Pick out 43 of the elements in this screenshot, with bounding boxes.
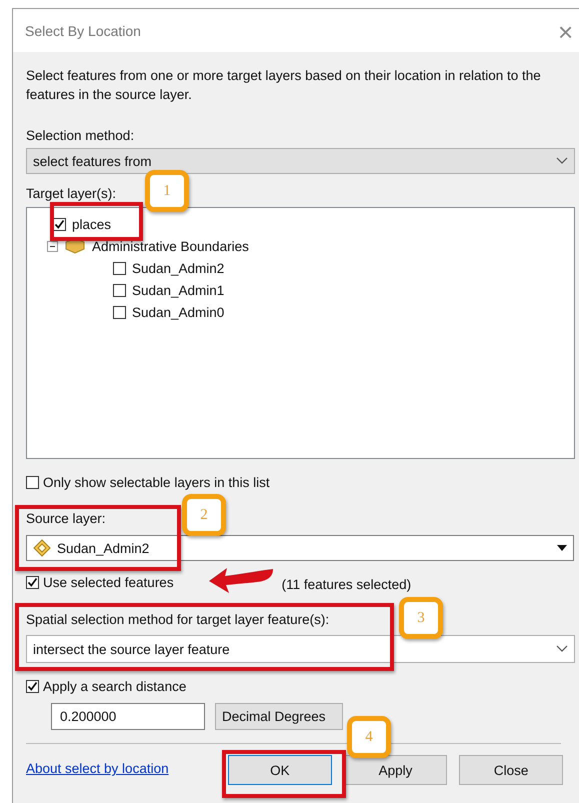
step-callout: 1 bbox=[145, 170, 189, 212]
checkbox[interactable] bbox=[113, 284, 126, 296]
distance-input[interactable]: 0.200000 bbox=[51, 703, 205, 730]
step-callout: 3 bbox=[399, 597, 443, 639]
checkbox[interactable] bbox=[113, 262, 126, 274]
chevron-down-icon bbox=[556, 157, 568, 165]
spatial-method-dropdown[interactable]: intersect the source layer feature bbox=[26, 635, 575, 663]
help-link[interactable]: About select by location bbox=[26, 761, 228, 776]
selection-method-dropdown[interactable]: select features from bbox=[26, 148, 575, 174]
checkbox[interactable] bbox=[53, 218, 66, 230]
dialog-button[interactable]: OK bbox=[228, 755, 332, 785]
target-layers-label: Target layer(s): bbox=[26, 186, 116, 201]
window-title: Select By Location bbox=[25, 22, 141, 38]
dialog-button[interactable]: Close bbox=[459, 755, 564, 785]
checkbox[interactable] bbox=[26, 576, 39, 588]
spatial-method-label: Spatial selection method for target layer feature(s): bbox=[26, 612, 330, 627]
layer-name[interactable]: places bbox=[72, 216, 112, 232]
selection-method-label: Selection method: bbox=[26, 128, 134, 143]
selected-count: (11 features selected) bbox=[282, 576, 412, 592]
arrow-icon bbox=[207, 565, 275, 595]
source-layer-label: Source layer: bbox=[26, 511, 106, 526]
checkbox[interactable] bbox=[26, 476, 39, 488]
units-dropdown[interactable]: Decimal Degrees bbox=[215, 703, 343, 730]
close-button[interactable]: × bbox=[558, 17, 574, 48]
group-layer-icon bbox=[64, 238, 86, 254]
checkbox[interactable] bbox=[113, 306, 126, 318]
checkbox-label: Only show selectable layers in this list bbox=[43, 474, 270, 490]
layer-name[interactable]: Sudan_Admin2 bbox=[132, 260, 224, 276]
checkbox-label: Apply a search distance bbox=[43, 678, 186, 694]
chevron-down-icon bbox=[556, 645, 568, 653]
description-text: Select features from one or more target layers based on their location in relation to the features in the source layer. bbox=[26, 67, 542, 104]
step-callout: 2 bbox=[182, 494, 226, 536]
checkbox-label: Use selected features bbox=[43, 574, 174, 590]
dialog-button[interactable]: Apply bbox=[344, 755, 448, 785]
collapse-icon[interactable] bbox=[47, 240, 58, 252]
source-layer-dropdown[interactable]: Sudan_Admin2 bbox=[26, 535, 574, 561]
checkbox[interactable] bbox=[26, 680, 39, 692]
layer-name[interactable]: Sudan_Admin0 bbox=[132, 304, 224, 320]
step-callout: 4 bbox=[347, 716, 391, 758]
layer-name[interactable]: Sudan_Admin1 bbox=[132, 282, 224, 298]
layer-icon bbox=[33, 539, 51, 557]
dropdown-arrow-icon bbox=[557, 545, 567, 551]
group-name[interactable]: Administrative Boundaries bbox=[92, 238, 249, 254]
